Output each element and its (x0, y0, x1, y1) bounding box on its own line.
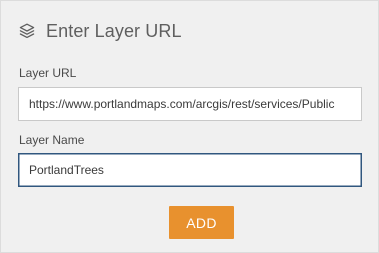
panel-header: Enter Layer URL (17, 19, 182, 43)
layer-url-input[interactable] (18, 87, 362, 121)
add-button[interactable]: ADD (169, 206, 234, 239)
layers-icon (17, 21, 37, 41)
layer-name-label: Layer Name (19, 133, 85, 147)
panel-title: Enter Layer URL (46, 20, 182, 41)
layer-name-input[interactable] (18, 153, 362, 187)
layer-url-label: Layer URL (19, 66, 77, 80)
enter-layer-url-panel: Enter Layer URL Layer URL Layer Name ADD (0, 0, 379, 253)
